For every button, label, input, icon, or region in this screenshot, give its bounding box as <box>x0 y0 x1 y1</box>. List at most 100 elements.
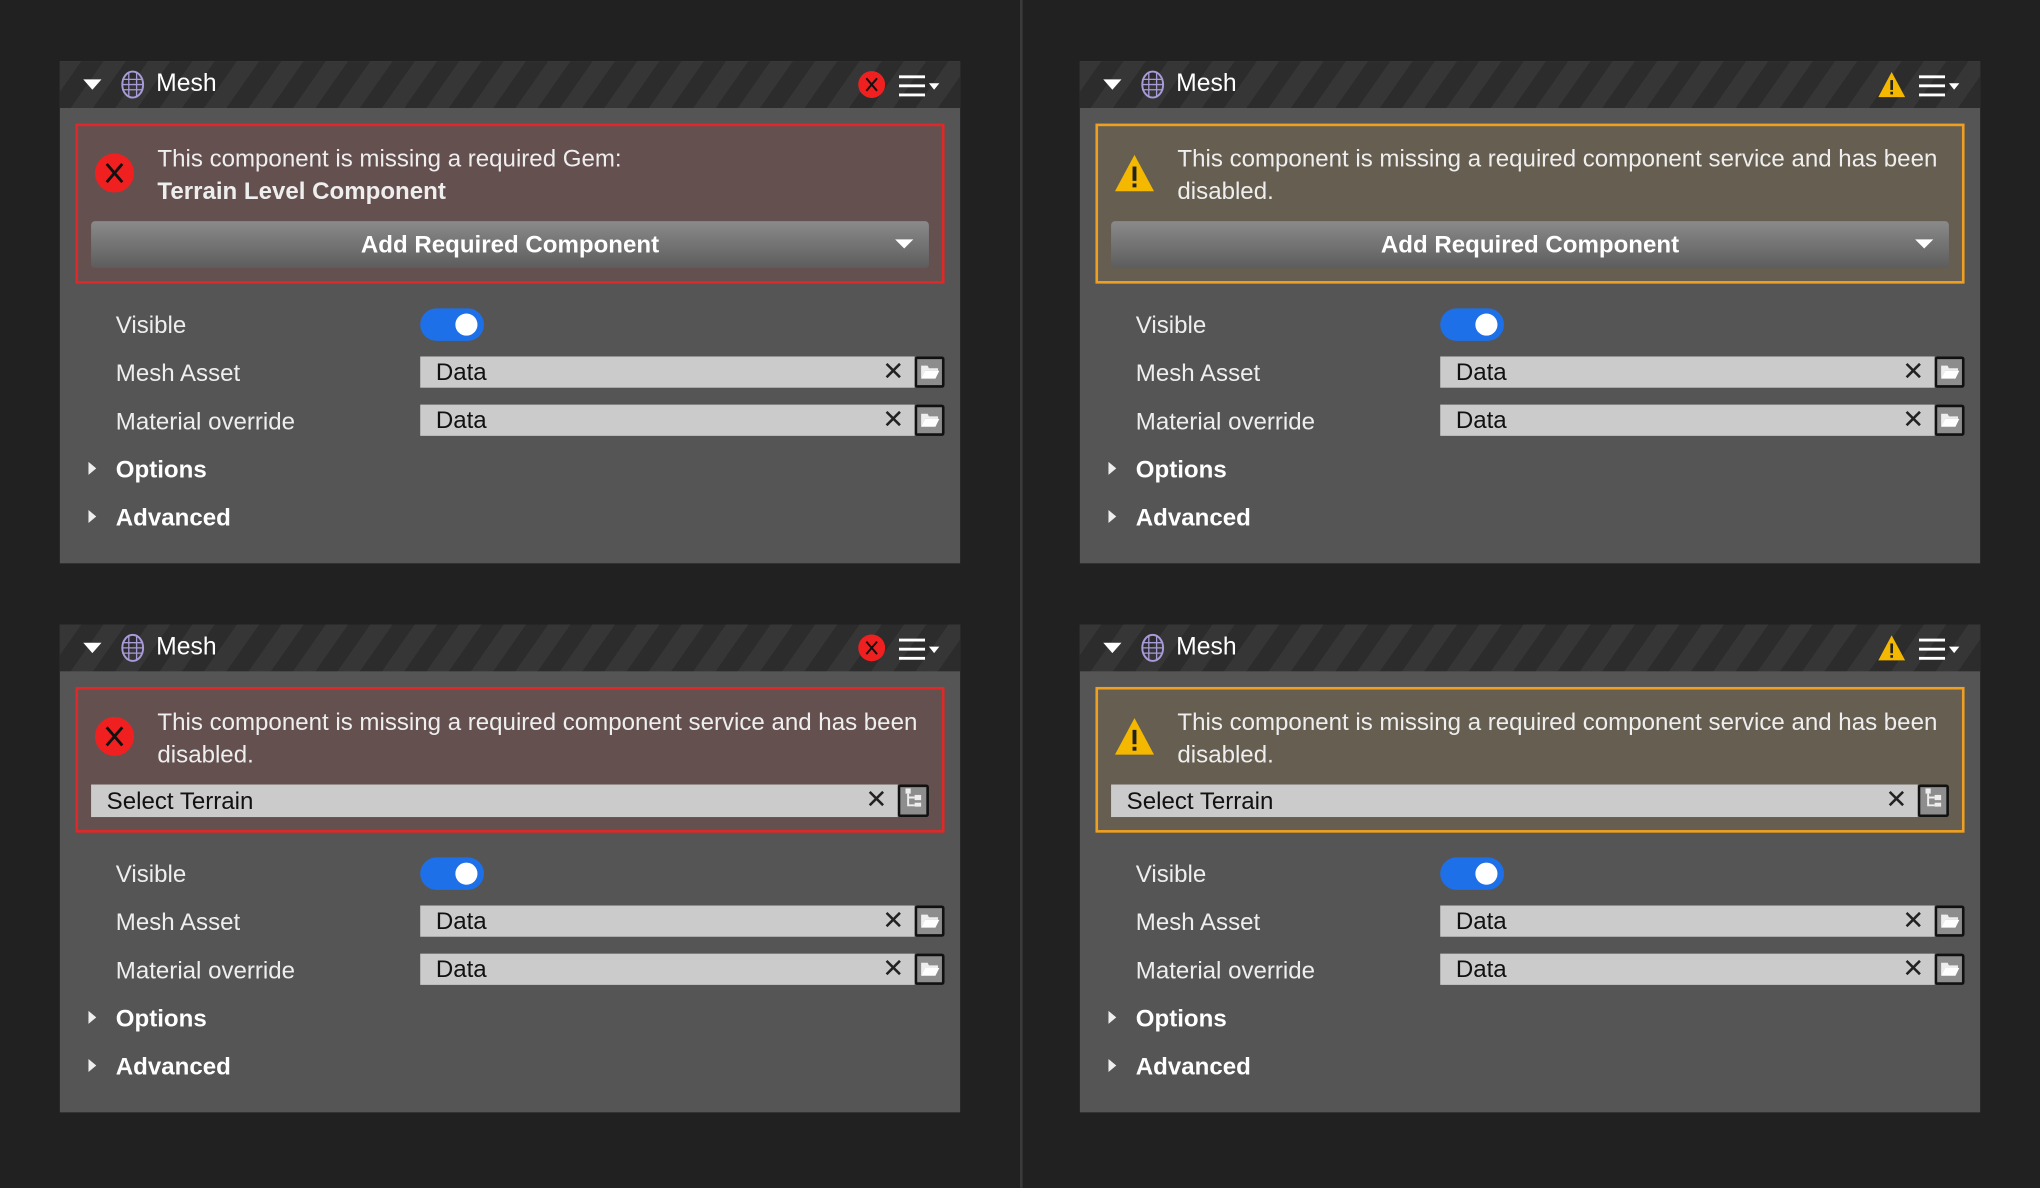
component-header[interactable]: Mesh <box>59 61 961 108</box>
clear-icon[interactable]: ✕ <box>1902 906 1924 937</box>
expand-arrow-icon[interactable] <box>88 509 97 524</box>
folder-icon <box>919 358 940 387</box>
component-menu-icon[interactable] <box>898 636 942 669</box>
material-override-input[interactable]: Data ✕ <box>1440 404 1935 436</box>
clear-icon[interactable]: ✕ <box>1902 954 1924 985</box>
visible-toggle[interactable] <box>1440 308 1504 341</box>
dropdown-arrow-icon[interactable] <box>895 239 914 249</box>
warning-icon <box>1114 716 1156 764</box>
advanced-group[interactable]: Advanced <box>75 493 944 541</box>
button-label: Add Required Component <box>1380 230 1680 258</box>
material-override-input[interactable]: Data ✕ <box>1440 953 1935 985</box>
options-group[interactable]: Options <box>75 445 944 493</box>
material-override-label: Material override <box>1135 406 1316 434</box>
mesh-component-panel: Mesh This component is missing a require… <box>59 624 961 1113</box>
collapse-arrow-icon[interactable] <box>1103 79 1122 90</box>
folder-icon <box>919 907 940 936</box>
clear-icon[interactable]: ✕ <box>1902 356 1924 387</box>
material-override-input[interactable]: Data ✕ <box>420 953 915 985</box>
material-override-row: Material override Data ✕ <box>1095 946 1965 994</box>
visible-label: Visible <box>115 859 187 887</box>
visible-toggle[interactable] <box>420 308 484 341</box>
clear-icon[interactable]: ✕ <box>882 906 904 937</box>
clear-icon[interactable]: ✕ <box>1885 785 1907 818</box>
material-override-value: Data <box>435 405 487 434</box>
expand-arrow-icon[interactable] <box>1108 461 1117 475</box>
expand-arrow-icon[interactable] <box>88 1059 97 1073</box>
visible-label: Visible <box>115 310 187 338</box>
options-group[interactable]: Options <box>1095 445 1964 493</box>
component-header[interactable]: Mesh <box>1079 61 1981 108</box>
visible-row: Visible <box>1095 301 1964 349</box>
message-line: This component is missing a required com… <box>157 707 918 768</box>
expand-arrow-icon[interactable] <box>88 1010 97 1024</box>
mesh-asset-value: Data <box>435 357 487 386</box>
mesh-component-panel: Mesh This component is missing a require… <box>59 61 961 564</box>
expand-arrow-icon[interactable] <box>1108 509 1117 524</box>
mesh-asset-input[interactable]: Data ✕ <box>420 356 915 388</box>
expand-arrow-icon[interactable] <box>88 461 97 475</box>
add-required-component-button[interactable]: Add Required Component <box>1111 221 1949 269</box>
material-override-label: Material override <box>1135 955 1316 983</box>
material-override-row: Material override Data ✕ <box>1095 397 1965 445</box>
material-override-value: Data <box>435 954 487 983</box>
picker-value: Select Terrain <box>106 787 254 815</box>
mesh-asset-input[interactable]: Data ✕ <box>1440 356 1935 388</box>
mesh-asset-input[interactable]: Data ✕ <box>420 905 915 937</box>
mesh-asset-input[interactable]: Data ✕ <box>1440 905 1935 937</box>
select-terrain-field[interactable]: Select Terrain ✕ <box>1111 784 1949 818</box>
collapse-arrow-icon[interactable] <box>83 642 102 654</box>
browse-button[interactable] <box>914 356 945 388</box>
browse-button[interactable] <box>914 404 945 436</box>
clear-icon[interactable]: ✕ <box>882 954 904 985</box>
component-header[interactable]: Mesh <box>1079 624 1981 672</box>
visible-toggle[interactable] <box>1440 857 1504 890</box>
message-text: This component is missing a required com… <box>1111 690 1949 785</box>
options-group[interactable]: Options <box>1095 994 1964 1042</box>
material-override-row: Material override Data ✕ <box>75 946 945 994</box>
clear-icon[interactable]: ✕ <box>882 356 904 387</box>
folder-icon <box>919 955 940 984</box>
clear-icon[interactable]: ✕ <box>882 405 904 436</box>
visible-toggle[interactable] <box>420 857 484 890</box>
advanced-group[interactable]: Advanced <box>75 1042 944 1090</box>
browse-button[interactable] <box>1934 905 1965 937</box>
collapse-arrow-icon[interactable] <box>1103 642 1122 654</box>
warning-icon <box>1114 152 1156 200</box>
entity-picker-input[interactable]: Select Terrain ✕ <box>1111 784 1918 818</box>
divider <box>1019 0 1023 1188</box>
mesh-asset-row: Mesh Asset Data ✕ <box>75 898 945 946</box>
advanced-group[interactable]: Advanced <box>1095 1042 1964 1090</box>
clear-icon[interactable]: ✕ <box>865 785 887 818</box>
entity-picker-input[interactable]: Select Terrain ✕ <box>91 784 898 818</box>
entity-tree-button[interactable] <box>897 784 929 818</box>
inspector-canvas: Mesh This component is missing a require… <box>0 0 2040 1188</box>
warning-message-box: This component is missing a required com… <box>1095 686 1965 833</box>
component-title: Mesh <box>1176 633 1237 661</box>
browse-button[interactable] <box>1934 356 1965 388</box>
material-override-label: Material override <box>115 955 296 983</box>
expand-arrow-icon[interactable] <box>1108 1059 1117 1073</box>
browse-button[interactable] <box>1934 404 1965 436</box>
error-message-box: This component is missing a required com… <box>75 686 945 833</box>
message-text: This component is missing a required Gem… <box>91 126 929 221</box>
browse-button[interactable] <box>914 953 945 985</box>
component-header[interactable]: Mesh <box>59 624 961 672</box>
add-required-component-button[interactable]: Add Required Component <box>91 221 929 269</box>
options-group[interactable]: Options <box>75 994 944 1042</box>
expand-arrow-icon[interactable] <box>1108 1010 1117 1024</box>
advanced-group[interactable]: Advanced <box>1095 493 1964 541</box>
clear-icon[interactable]: ✕ <box>1902 405 1924 436</box>
material-override-value: Data <box>1455 954 1507 983</box>
entity-tree-button[interactable] <box>1917 784 1949 818</box>
component-menu-icon[interactable] <box>1918 73 1962 106</box>
select-terrain-field[interactable]: Select Terrain ✕ <box>91 784 929 818</box>
dropdown-arrow-icon[interactable] <box>1915 239 1934 249</box>
material-override-input[interactable]: Data ✕ <box>420 404 915 436</box>
component-menu-icon[interactable] <box>898 73 942 106</box>
browse-button[interactable] <box>914 905 945 937</box>
component-title: Mesh <box>156 70 217 98</box>
browse-button[interactable] <box>1934 953 1965 985</box>
component-menu-icon[interactable] <box>1918 636 1962 669</box>
collapse-arrow-icon[interactable] <box>83 79 102 90</box>
